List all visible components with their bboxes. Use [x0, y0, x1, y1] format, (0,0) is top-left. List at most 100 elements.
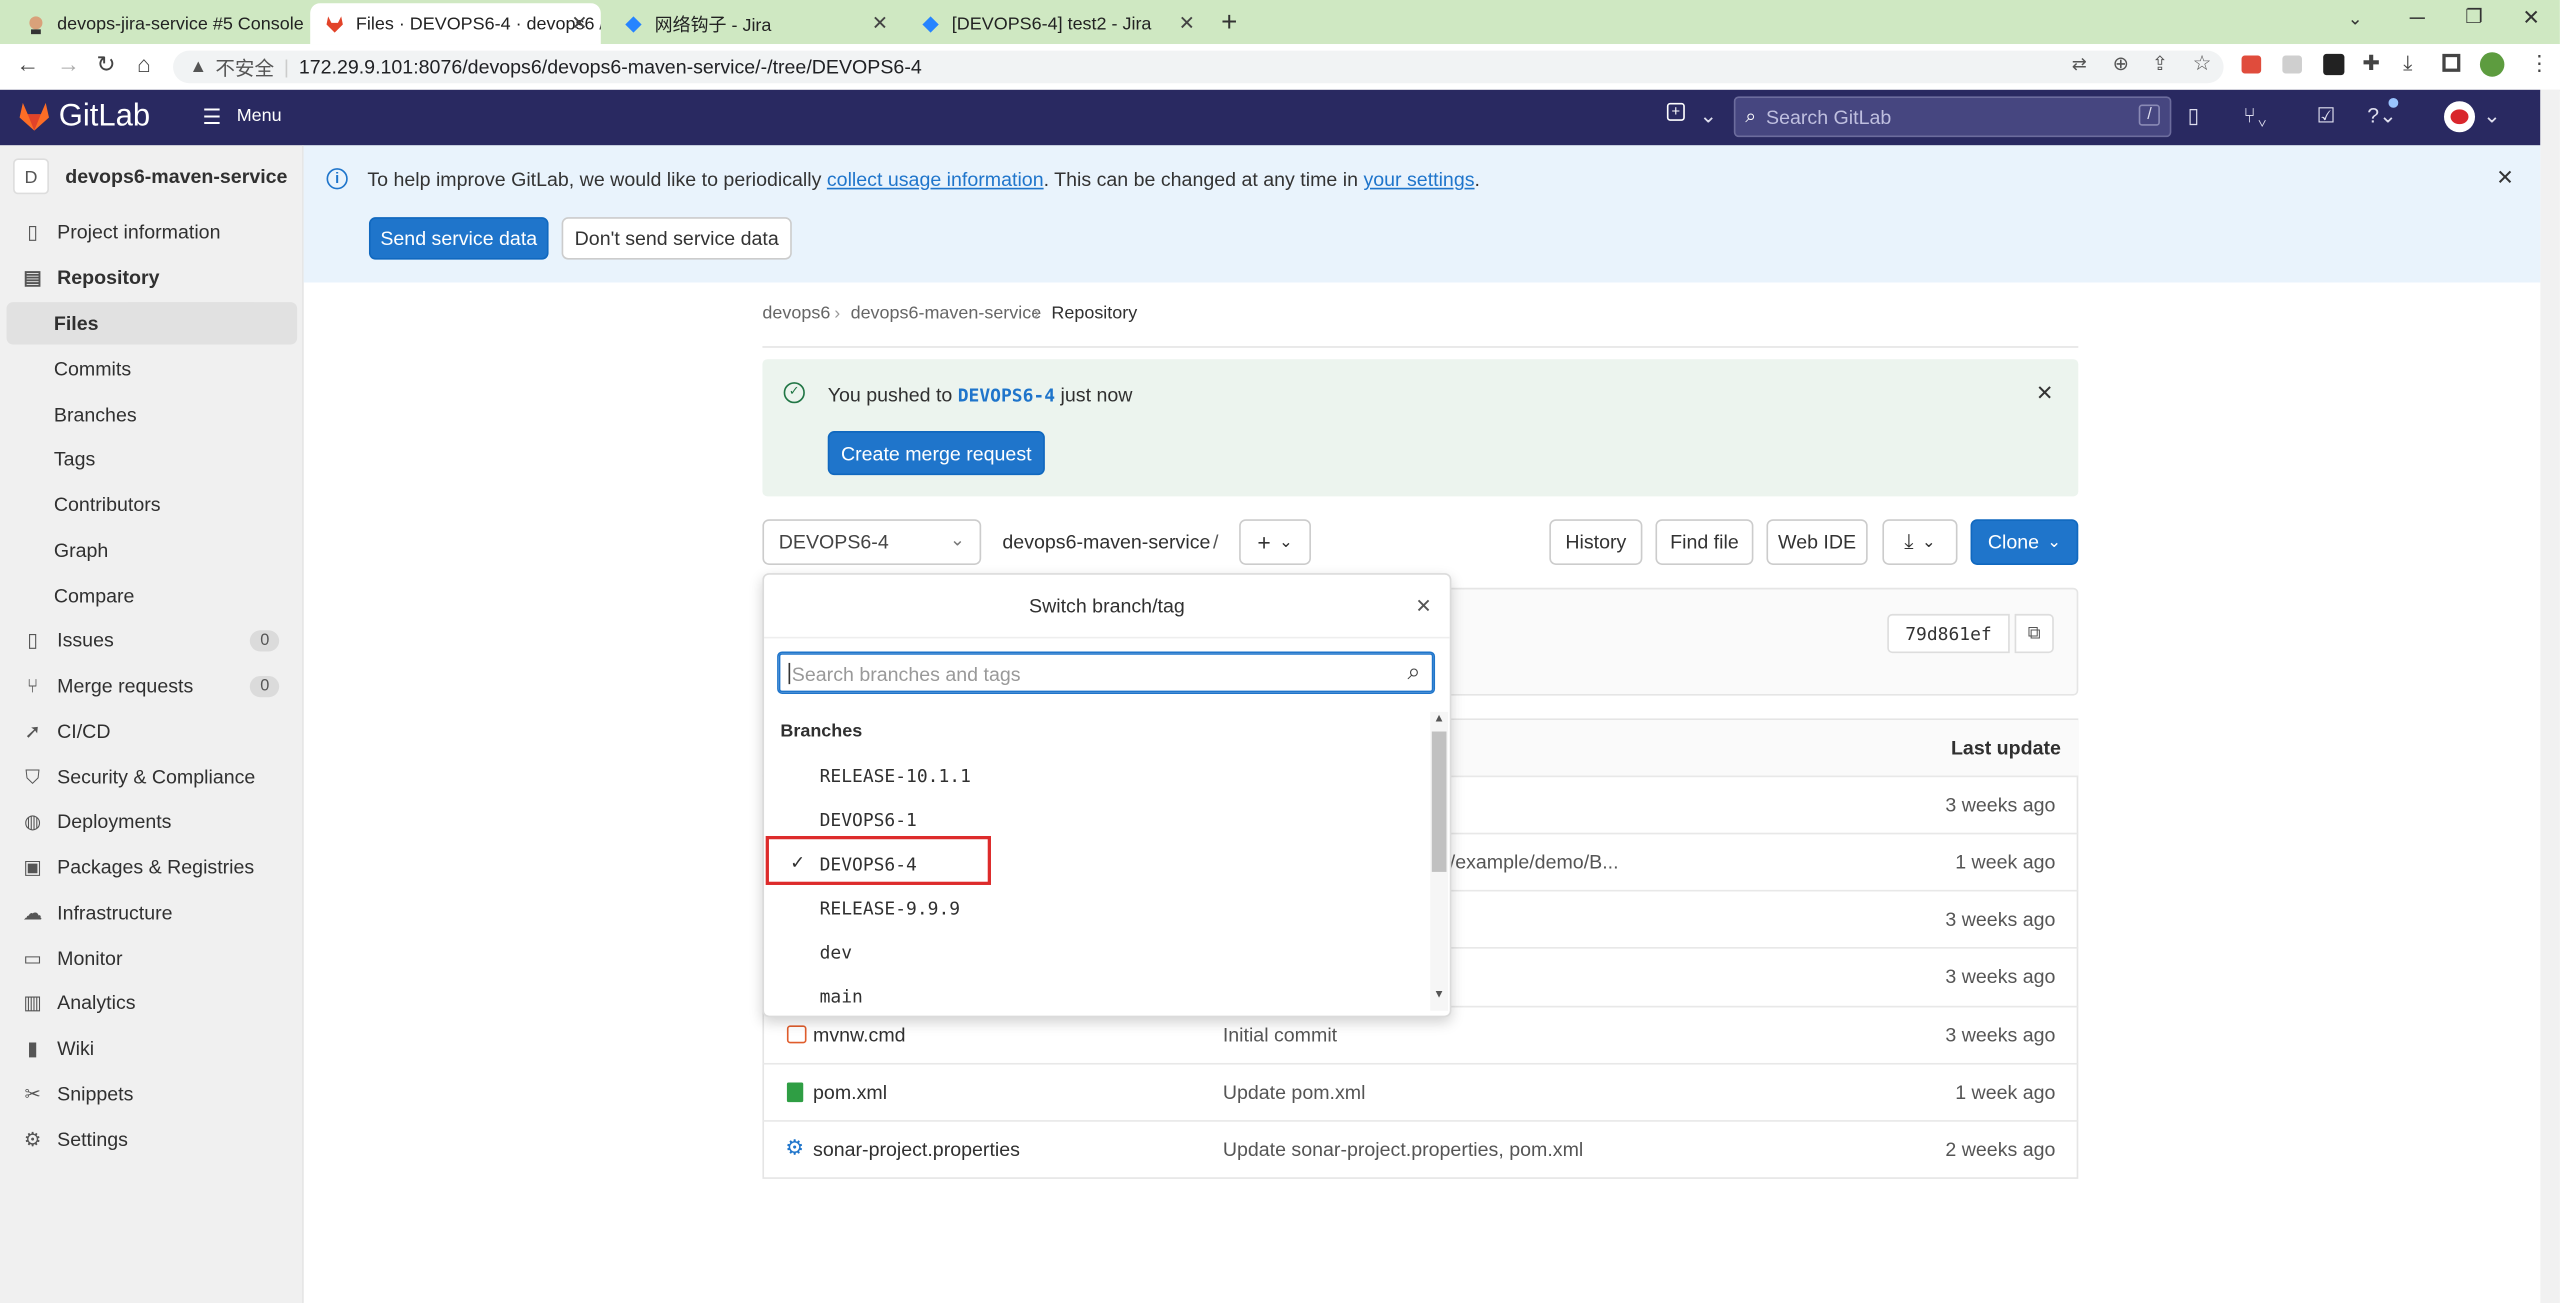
bookmark-star-icon[interactable]: ☆ — [2193, 51, 2212, 77]
tab-search-icon[interactable]: ⌄ — [2348, 8, 2363, 30]
sidebar-item-issues[interactable]: ▯ Issues 0 — [0, 619, 302, 661]
forward-icon[interactable]: → — [57, 51, 80, 77]
branch-option[interactable]: dev — [820, 942, 852, 963]
profile-avatar-icon[interactable] — [2479, 52, 2505, 77]
sidebar-item-infrastructure[interactable]: ☁ Infrastructure — [0, 892, 302, 934]
branch-option[interactable]: main — [820, 986, 863, 1007]
sidebar-item-settings[interactable]: ⚙ Settings — [0, 1118, 302, 1160]
commit-message[interactable]: Update pom.xml — [1223, 1081, 1366, 1104]
sidebar-item-commits[interactable]: Commits — [7, 348, 298, 390]
project-name[interactable]: devops6-maven-service — [65, 165, 287, 188]
share-icon[interactable]: ⇪ — [2152, 52, 2168, 75]
breadcrumb-project[interactable]: devops6-maven-service — [851, 304, 1042, 324]
table-row[interactable]: ⚙ sonar-project.properties Update sonar-… — [762, 1120, 2079, 1177]
sidebar-item-tags[interactable]: Tags — [7, 438, 298, 480]
window-close-icon[interactable]: ✕ — [2522, 5, 2540, 31]
scroll-up-icon[interactable]: ▲ — [1433, 714, 1444, 725]
sidebar-item-contributors[interactable]: Contributors — [7, 483, 298, 525]
sidebar-item-analytics[interactable]: ▥ Analytics — [0, 981, 302, 1023]
sidebar-item-branches[interactable]: Branches — [7, 394, 298, 436]
your-settings-link[interactable]: your settings — [1363, 168, 1474, 191]
user-avatar[interactable] — [2444, 101, 2476, 133]
sidebar-item-project-information[interactable]: ▯ Project information — [0, 211, 302, 253]
browser-tab-gitlab-files[interactable]: Files · DEVOPS6-4 · devops6 / ✕ — [310, 3, 601, 45]
chevron-down-icon[interactable]: ⌄ — [2483, 103, 2501, 129]
project-avatar[interactable]: D — [13, 158, 49, 195]
sidebar-item-packages-registries[interactable]: ▣ Packages & Registries — [0, 846, 302, 888]
dropdown-scrollbar-thumb[interactable] — [1431, 731, 1447, 872]
commit-message[interactable]: Update sonar-project.properties, pom.xml — [1223, 1138, 1583, 1161]
file-name[interactable]: pom.xml — [813, 1081, 887, 1104]
find-file-button[interactable]: Find file — [1655, 519, 1754, 565]
translate-icon[interactable]: ⇄ — [2072, 54, 2087, 76]
browser-menu-icon[interactable]: ⋮ — [2529, 51, 2550, 77]
url-field[interactable]: ▲ 不安全 | 172.29.9.101:8076/devops6/devops… — [173, 50, 2224, 84]
gitlab-logo-icon[interactable] — [16, 98, 52, 134]
branch-search-input[interactable]: Search branches and tags ⌕ — [777, 651, 1436, 694]
gitlab-wordmark[interactable]: GitLab — [59, 100, 150, 136]
branch-option[interactable]: RELEASE-9.9.9 — [820, 898, 961, 919]
back-icon[interactable]: ← — [16, 51, 39, 77]
file-name[interactable]: mvnw.cmd — [813, 1024, 906, 1047]
branch-option-selected[interactable]: DEVOPS6-4 — [820, 854, 917, 875]
file-name[interactable]: sonar-project.properties — [813, 1138, 1020, 1161]
copy-sha-icon[interactable]: ⧉ — [2014, 613, 2054, 654]
minimize-icon[interactable]: ─ — [2410, 5, 2425, 29]
close-tab-icon[interactable]: ✕ — [872, 11, 888, 34]
extension-gray-icon[interactable] — [2282, 55, 2302, 74]
push-alert-close-icon[interactable]: ✕ — [2036, 380, 2054, 406]
search-gitlab-field[interactable]: ⌕ Search GitLab / — [1733, 96, 2172, 138]
home-icon[interactable]: ⌂ — [137, 51, 151, 77]
sidebar-item-merge-requests[interactable]: ⑂ Merge requests 0 — [0, 665, 302, 707]
repo-path-link[interactable]: devops6-maven-service — [1002, 531, 1210, 554]
commit-message[interactable]: Initial commit — [1223, 1024, 1337, 1047]
hamburger-icon[interactable]: ☰ — [202, 104, 221, 130]
close-tab-icon[interactable]: ✕ — [571, 11, 587, 34]
new-tab-icon[interactable]: + — [1221, 7, 1237, 40]
download-source-button[interactable]: ⤓ ⌄ — [1882, 519, 1958, 565]
reload-icon[interactable]: ↻ — [96, 51, 115, 79]
merge-requests-icon[interactable]: ⑂⌄ — [2243, 103, 2268, 127]
side-panel-icon[interactable] — [2442, 53, 2461, 72]
sidebar-item-repository[interactable]: ▤ Repository — [0, 256, 302, 298]
new-item-icon[interactable]: + — [1666, 102, 1685, 121]
zoom-icon[interactable]: ⊕ — [2113, 52, 2129, 75]
create-merge-request-button[interactable]: Create merge request — [827, 431, 1045, 476]
close-tab-icon[interactable]: ✕ — [1179, 11, 1195, 34]
collect-usage-link[interactable]: collect usage information — [827, 168, 1044, 191]
dont-send-service-data-button[interactable]: Don't send service data — [561, 217, 792, 260]
history-button[interactable]: History — [1549, 519, 1643, 565]
send-service-data-button[interactable]: Send service data — [368, 217, 549, 260]
sidebar-item-graph[interactable]: Graph — [7, 529, 298, 571]
breadcrumb-repository[interactable]: Repository — [1051, 304, 1137, 324]
chevron-down-icon[interactable]: ⌄ — [1700, 103, 1718, 129]
sidebar-item-security-compliance[interactable]: ⛉ Security & Compliance — [0, 756, 302, 798]
branch-option[interactable]: DEVOPS6-1 — [820, 810, 917, 831]
scroll-down-icon[interactable]: ▼ — [1433, 989, 1444, 1000]
todos-icon[interactable]: ☑ — [2317, 103, 2336, 129]
maximize-icon[interactable]: ❐ — [2465, 5, 2483, 28]
commit-message[interactable]: /example/demo/B... — [1450, 851, 1619, 874]
table-row[interactable]: pom.xml Update pom.xml 1 week ago — [762, 1062, 2079, 1120]
sidebar-item-monitor[interactable]: ▭ Monitor — [0, 937, 302, 979]
clone-button[interactable]: Clone ⌄ — [1970, 519, 2079, 565]
extension-red-icon[interactable] — [2241, 55, 2262, 74]
menu-button[interactable]: Menu — [237, 106, 282, 126]
web-ide-button[interactable]: Web IDE — [1766, 519, 1868, 565]
pushed-branch-link[interactable]: DEVOPS6-4 — [958, 385, 1055, 406]
branch-selector[interactable]: DEVOPS6-4 ⌄ — [762, 519, 982, 565]
branch-option[interactable]: RELEASE-10.1.1 — [820, 766, 971, 787]
commit-sha[interactable]: 79d861ef — [1887, 613, 2010, 654]
sidebar-item-compare[interactable]: Compare — [7, 575, 298, 617]
page-scrollbar[interactable] — [2540, 89, 2560, 1303]
sidebar-item-snippets[interactable]: ✂ Snippets — [0, 1073, 302, 1115]
sidebar-item-ci-cd[interactable]: ➚ CI/CD — [0, 710, 302, 752]
sidebar-item-files[interactable]: Files — [6, 302, 298, 345]
breadcrumb-devops6[interactable]: devops6 — [762, 304, 830, 324]
browser-tab-jira-issue[interactable]: [DEVOPS6-4] test2 - Jira ✕ — [908, 3, 1208, 44]
browser-tab-jira-webhook[interactable]: 网络钩子 - Jira ✕ — [607, 3, 901, 44]
banner-close-icon[interactable]: ✕ — [2496, 165, 2514, 191]
download-icon[interactable]: ⤓ — [2403, 51, 2412, 77]
extensions-puzzle-icon[interactable]: ✚ — [2362, 51, 2380, 77]
extension-dark-icon[interactable] — [2323, 53, 2345, 76]
